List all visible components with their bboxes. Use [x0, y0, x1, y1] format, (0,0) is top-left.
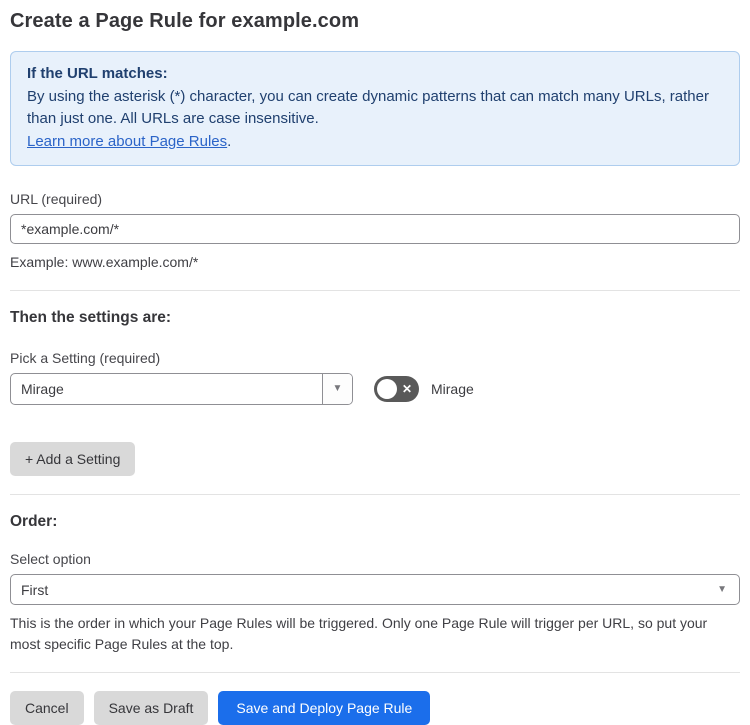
order-heading: Order:: [10, 513, 58, 531]
divider: [10, 290, 740, 292]
order-helper-text: This is the order in which your Page Rul…: [10, 615, 708, 652]
learn-more-link[interactable]: Learn more about Page Rules: [27, 133, 227, 150]
x-icon: ✕: [401, 382, 412, 397]
create-page-rule-form: Create a Page Rule for example.com If th…: [0, 0, 750, 725]
order-select[interactable]: First ▼: [10, 574, 740, 606]
setting-select-value: Mirage: [21, 381, 64, 398]
toggle-label: Mirage: [431, 381, 474, 398]
setting-select[interactable]: Mirage ▼: [10, 373, 353, 406]
setting-row: Mirage ▼ ✕ Mirage: [10, 373, 740, 406]
info-box-body: By using the asterisk (*) character, you…: [27, 87, 709, 128]
info-box-heading: If the URL matches:: [27, 65, 168, 82]
url-helper-text: Example: www.example.com/*: [10, 254, 199, 270]
url-section: URL (required) Example: www.example.com/…: [10, 191, 740, 272]
footer-actions: Cancel Save as Draft Save and Deploy Pag…: [10, 690, 740, 725]
order-section: Order: Select option First ▼ This is the…: [10, 513, 740, 654]
url-field-label: URL (required): [10, 191, 103, 207]
toggle-knob: [377, 379, 397, 400]
url-input[interactable]: [10, 214, 740, 244]
link-suffix: .: [227, 132, 232, 150]
settings-heading: Then the settings are:: [10, 309, 172, 327]
add-setting-button[interactable]: + Add a Setting: [10, 442, 136, 477]
mirage-toggle-wrap: ✕ Mirage: [374, 376, 474, 403]
page-title: Create a Page Rule for example.com: [10, 10, 360, 32]
save-and-deploy-button[interactable]: Save and Deploy Page Rule: [218, 690, 431, 725]
info-box-link-line: Learn more about Page Rules.: [27, 131, 723, 154]
save-as-draft-button[interactable]: Save as Draft: [93, 690, 209, 725]
order-select-value: First: [21, 581, 49, 598]
setting-picker-label: Pick a Setting (required): [10, 350, 161, 367]
order-select-label: Select option: [10, 551, 91, 568]
divider: [10, 494, 740, 496]
chevron-down-icon: ▼: [717, 583, 727, 595]
cancel-button[interactable]: Cancel: [10, 690, 84, 725]
settings-section: Then the settings are: Pick a Setting (r…: [10, 309, 740, 477]
chevron-down-icon: ▼: [332, 383, 343, 395]
mirage-toggle[interactable]: ✕: [374, 376, 419, 403]
url-match-info-box: If the URL matches: By using the asteris…: [10, 51, 740, 166]
setting-select-arrow-button[interactable]: ▼: [322, 374, 352, 405]
divider: [10, 671, 740, 673]
